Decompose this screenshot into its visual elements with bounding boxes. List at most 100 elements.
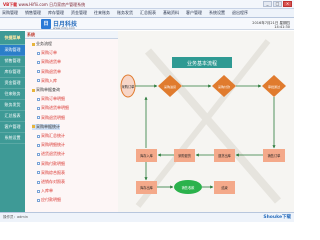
document-icon (37, 106, 40, 110)
tree-item[interactable]: 采购退货明细 (37, 115, 65, 121)
menu-item-purchase[interactable]: 采购管理 (2, 10, 18, 16)
flow-node-label: 采购订单 (122, 84, 136, 89)
tree-folder[interactable]: 采购单据查询 (32, 87, 60, 93)
folder-icon (32, 88, 35, 92)
maximize-button[interactable]: □ (273, 1, 282, 7)
tree-header-label: 系统 (27, 32, 35, 37)
title-url: www.Hiflii.com (18, 2, 48, 7)
tree-item[interactable]: 采购进货单明细 (37, 105, 69, 111)
flow-node-label: 结束 (221, 185, 228, 190)
tree-folder[interactable]: 采购单据统计 (32, 123, 60, 130)
tree-item-label: 入库单 (41, 188, 53, 194)
tree-item-label: 采购明细统计 (41, 142, 65, 148)
document-icon (37, 162, 40, 166)
current-time: 14:41:30 (274, 25, 290, 29)
menu-item-accounts[interactable]: 往来账务 (94, 10, 110, 16)
tree-item-label: 采购单据统计 (36, 123, 60, 129)
menu-item-reports[interactable]: 汇总报表 (140, 10, 156, 16)
menu-item-sales[interactable]: 销售管理 (25, 10, 41, 16)
tree-item[interactable]: 采购进货单 (37, 59, 61, 65)
tree-item-label: 采购付款明细 (41, 160, 65, 166)
folder-icon (32, 125, 35, 129)
menu-item-settings[interactable]: 系统设置 (209, 10, 225, 16)
flowchart-panel: 业务基本流程 采购订单 采购进货 采购付款 审批通过 库存入库 采购退货 退货出… (118, 31, 294, 212)
tree-item[interactable]: 采购入库 (37, 78, 57, 84)
navigation-tree: 系统 业务流程采购订单采购进货单采购退货单采购入库采购单据查询采购订单明细 采购进… (25, 31, 118, 212)
tree-item[interactable]: 采购订单 (37, 50, 57, 56)
tree-item-label: 采购单据查询 (36, 87, 60, 92)
tree-item-label: 采购进货单 (41, 59, 61, 65)
flow-node-label: 库存入库 (140, 153, 154, 158)
title-prefix: VB下载 (3, 2, 18, 7)
close-button[interactable]: × (283, 1, 292, 7)
tree-item[interactable]: 采购付款明细 (37, 161, 65, 167)
sidebar-item-inventory[interactable]: 库存管理 (0, 67, 25, 78)
tree-item[interactable]: 采购订单明细 (37, 96, 65, 102)
menu-item-inventory[interactable]: 库存管理 (48, 10, 64, 16)
sidebar-item-shipping[interactable]: 账务发货 (0, 100, 25, 111)
tree-header: 系统 (25, 31, 118, 39)
window-title: VB下载 www.Hiflii.com 日月家房产管理系统 (3, 2, 85, 8)
menu-bar: 采购管理 销售管理 库存管理 资金管理 往来账务 账务发货 汇总报表 基础资料 … (0, 9, 294, 18)
document-icon (37, 134, 40, 138)
brand-url: www.ririkj.com (53, 26, 76, 30)
folder-icon (32, 42, 35, 46)
watermark: Shouke下载 (263, 215, 291, 220)
menu-item-exit[interactable]: 退出程序 (232, 10, 248, 16)
tree-item[interactable]: 应付款明细 (37, 197, 61, 203)
window-titlebar: VB下载 www.Hiflii.com 日月家房产管理系统 _ □ × (0, 0, 294, 9)
sidebar-item-reports[interactable]: 汇总报表 (0, 111, 25, 122)
tree-item-label: 采购汇总统计 (41, 133, 65, 138)
tree-item[interactable]: 进货退货统计 (37, 151, 65, 157)
flow-node-label: 销售收款 (182, 185, 196, 190)
sidebar-item-purchase[interactable]: 采购管理 (0, 45, 25, 56)
tree-item-label: 采购入库 (41, 77, 57, 83)
sidebar-item-sales[interactable]: 销售管理 (0, 56, 25, 67)
menu-item-basic-data[interactable]: 基础资料 (163, 10, 179, 16)
flow-node-label: 采购进货 (164, 84, 176, 89)
document-icon (37, 70, 40, 74)
minimize-button[interactable]: _ (263, 1, 272, 7)
sidebar-item-funds[interactable]: 资金管理 (0, 78, 25, 89)
document-icon (37, 152, 40, 156)
sidebar-item-customers[interactable]: 客户管理 (0, 122, 25, 133)
status-text: 操作员：admin (3, 215, 28, 219)
tree-item-label: 进销存对照表 (41, 179, 65, 184)
tree-item[interactable]: 采购综合报表 (37, 170, 65, 176)
flow-node-label: 采购付款 (218, 84, 230, 89)
tree-item-label: 采购退货明细 (41, 114, 65, 120)
tree-item[interactable]: 入库单 (37, 188, 53, 194)
flowchart-canvas: 业务基本流程 采购订单 采购进货 采购付款 审批通过 库存入库 采购退货 退货出… (118, 31, 294, 212)
flow-node-label: 退货出库 (218, 153, 232, 158)
flow-node-label: 库存出库 (140, 185, 154, 190)
sidebar-item-accounts[interactable]: 往来账务 (0, 89, 25, 100)
tree-item-label: 采购订单明细 (41, 96, 65, 102)
menu-item-funds[interactable]: 资金管理 (71, 10, 87, 16)
document-icon (37, 189, 40, 193)
document-icon (37, 116, 40, 120)
document-icon (37, 60, 40, 64)
tree-item-label: 采购进货单明细 (41, 105, 69, 111)
tree-item[interactable]: 采购汇总统计 (37, 133, 65, 139)
sidebar-item-settings[interactable]: 系统设置 (0, 133, 25, 144)
document-icon (37, 171, 40, 175)
tree-item[interactable]: 进销存对照表 (37, 179, 65, 185)
document-icon (37, 198, 40, 202)
tree-item-label: 采购综合报表 (41, 169, 65, 175)
tree-item-label: 业务流程 (36, 41, 52, 46)
document-icon (37, 180, 40, 184)
tree-item-label: 采购订单 (41, 50, 57, 56)
tree-item[interactable]: 采购明细统计 (37, 142, 65, 148)
tree-item-label: 应付款明细 (41, 197, 61, 203)
tree-folder[interactable]: 业务流程 (32, 41, 52, 47)
status-bar: 操作员：admin Shouke下载 (0, 212, 294, 222)
menu-item-customers[interactable]: 客户管理 (186, 10, 202, 16)
tree-body: 业务流程采购订单采购进货单采购退货单采购入库采购单据查询采购订单明细 采购进货单明… (25, 39, 118, 212)
sidebar-header: 快捷菜单 (0, 31, 25, 45)
tree-item-label: 采购退货单 (41, 68, 61, 74)
tree-item-label: 进货退货统计 (41, 151, 65, 157)
title-suffix: 日月家房产管理系统 (49, 2, 86, 7)
tree-item[interactable]: 采购退货单 (37, 69, 61, 75)
menu-item-shipping[interactable]: 账务发货 (117, 10, 133, 16)
document-icon (37, 51, 40, 55)
